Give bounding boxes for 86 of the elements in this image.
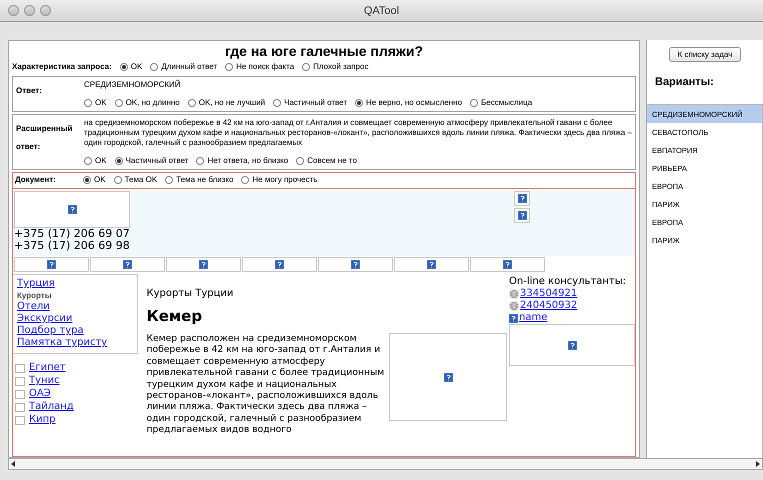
radio-option[interactable]: Не поиск факта <box>225 62 294 71</box>
radio-button[interactable] <box>225 62 234 70</box>
radio-button[interactable] <box>302 62 310 70</box>
field-label: Ответ: <box>16 86 42 95</box>
broken-image-icon <box>275 260 284 269</box>
radio-option[interactable]: OK <box>83 175 106 184</box>
radio-button[interactable] <box>84 156 92 164</box>
scroll-left-icon[interactable] <box>9 460 17 468</box>
answer-text: СРЕДИЗЕМНОМОРСКИЙ <box>84 80 182 90</box>
broken-image-icon <box>199 260 208 269</box>
nav-heading: Курорты <box>17 290 53 301</box>
broken-image-icon <box>518 194 526 203</box>
radio-button[interactable] <box>114 98 123 106</box>
radio-button[interactable] <box>296 156 304 164</box>
consultant-link[interactable]: name <box>519 312 548 324</box>
window-button[interactable] <box>40 5 51 16</box>
radio-option[interactable]: OK <box>84 156 107 165</box>
broken-image-icon <box>123 260 132 269</box>
country-link[interactable]: Тунис <box>29 375 60 387</box>
country-link[interactable]: ОАЭ <box>29 388 51 400</box>
article-heading: Кемер <box>146 307 204 325</box>
country-link[interactable]: Тайланд <box>29 401 74 413</box>
radio-button[interactable] <box>241 176 250 184</box>
window-button[interactable] <box>24 5 35 16</box>
window-title: QATool <box>364 4 400 16</box>
broken-image-icon <box>503 260 512 269</box>
radio-option[interactable]: Не верно, но осмысленно <box>355 98 462 107</box>
radio-option[interactable]: Тема OK <box>114 175 158 184</box>
nav-link[interactable]: Памятка туристу <box>17 337 138 349</box>
scroll-right-icon[interactable] <box>754 460 762 468</box>
horizontal-scrollbar[interactable] <box>8 458 763 470</box>
radio-option[interactable]: Частичный ответ <box>273 98 348 107</box>
broken-image-icon <box>518 211 526 220</box>
phone-number: +375 (17) 206 69 98 <box>14 240 130 252</box>
nav-link[interactable]: Турция <box>17 278 138 290</box>
radio-button[interactable] <box>470 98 478 106</box>
consultant-link[interactable]: 240450932 <box>520 300 578 312</box>
radio-button[interactable] <box>355 98 364 106</box>
broken-image-icon <box>427 260 436 269</box>
broken-image-icon <box>68 205 76 214</box>
radio-button[interactable] <box>83 176 91 184</box>
globe-icon <box>509 289 519 299</box>
radio-button[interactable] <box>114 176 122 184</box>
radio-button[interactable] <box>273 98 282 106</box>
radio-option[interactable]: Тема не близко <box>165 175 234 184</box>
radio-button[interactable] <box>188 98 196 106</box>
radio-option[interactable]: OK <box>120 62 142 71</box>
country-link[interactable]: Кипр <box>29 414 56 426</box>
radio-option[interactable]: OK, но не лучший <box>188 98 266 107</box>
radio-button[interactable] <box>150 62 158 70</box>
radio-button[interactable] <box>84 98 92 106</box>
country-link[interactable]: Египет <box>29 362 66 374</box>
field-label: Расширенный ответ: <box>16 124 72 151</box>
nav-link[interactable]: Подбор тура <box>17 325 138 337</box>
article-paragraph: Кемер расположен на средиземноморском побережье в 42 км на юго-запад от г.Анталия и совмещает современную атмосферу привлекательной гавани с более традиционным турецким духом кафе и национальных ресторанов-«локант», расположившихся вдоль линии пляжа. Фактически здесь два пляжа – один городской, галечный с разнообразием предлагаемых видов водного <box>146 333 385 436</box>
variants-title: Варианты: <box>655 76 714 88</box>
globe-icon <box>509 301 519 311</box>
consultants-title: On-line консультанты: <box>509 276 628 288</box>
question-title: где на юге галечные пляжи? <box>224 42 424 61</box>
broken-image-icon <box>351 260 360 269</box>
radio-option[interactable]: Плохой запрос <box>302 62 368 71</box>
extended-answer-text: на средиземноморском побережье в 42 км на юго-запад от г.Анталия и совмещает современную атмосферу привлекательной гавани с более традиционным турецким духом кафе и национальных ресторанов-«локант», расположившихся вдоль линии пляжа. Фактически здесь два пляжа – один городской, галечный с разнообразием предлагаемых <box>84 118 632 148</box>
window-button[interactable] <box>8 5 19 16</box>
radio-option[interactable]: Длинный ответ <box>150 62 218 71</box>
radio-option[interactable]: OK <box>84 98 107 107</box>
breadcrumb-text: Курорты Турции <box>146 288 234 299</box>
radio-option[interactable]: Частичный ответ <box>114 156 188 165</box>
radio-option[interactable]: Нет ответа, но близко <box>196 156 288 165</box>
field-label: Характеристика запроса: <box>12 62 112 71</box>
task-list-button[interactable]: К списку задач <box>668 47 742 62</box>
broken-image-icon <box>444 372 452 382</box>
radio-button[interactable] <box>120 62 128 70</box>
radio-button[interactable] <box>114 156 123 164</box>
broken-image-icon <box>568 340 576 350</box>
consultant-link[interactable]: 334504921 <box>520 288 578 300</box>
radio-button[interactable] <box>196 156 204 164</box>
phone-number: +375 (17) 206 69 07 <box>14 228 130 240</box>
field-label: Документ: <box>15 175 53 184</box>
radio-button[interactable] <box>165 176 174 184</box>
radio-option[interactable]: Совсем не то <box>296 156 357 165</box>
nav-link[interactable]: Отели <box>17 301 138 313</box>
radio-option[interactable]: Бессмыслица <box>470 98 532 107</box>
nav-link[interactable]: Экскурсии <box>17 313 138 325</box>
radio-option[interactable]: Не могу прочесть <box>241 175 318 184</box>
broken-image-icon <box>47 260 56 269</box>
radio-option[interactable]: OK, но длинно <box>114 98 180 107</box>
